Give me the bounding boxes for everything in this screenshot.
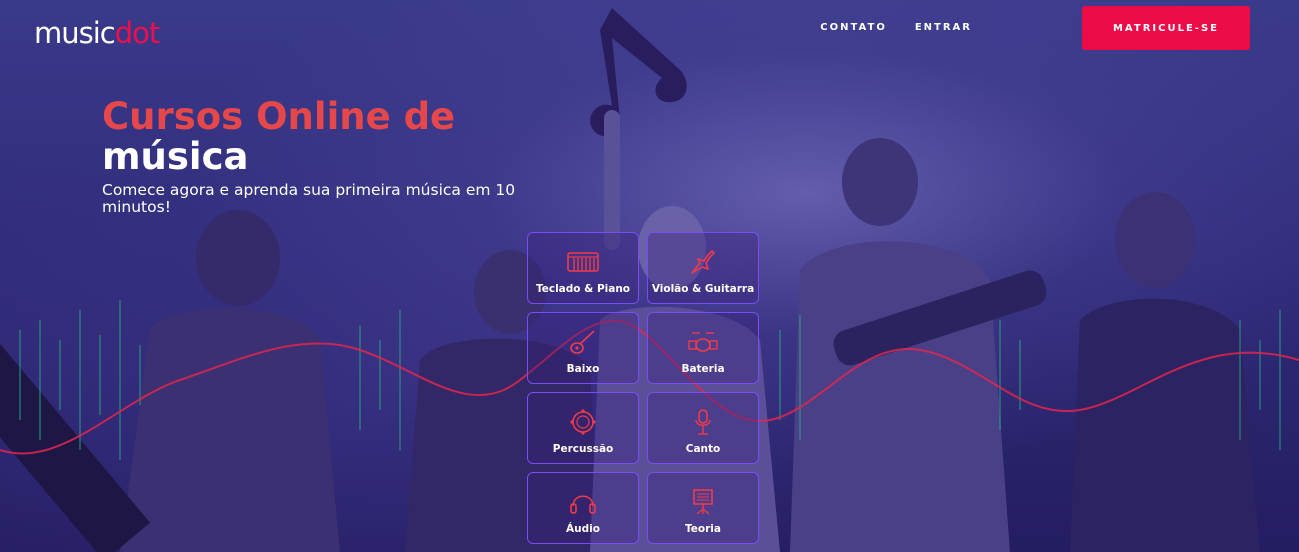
- course-card-audio[interactable]: Áudio: [527, 472, 639, 544]
- course-label: Canto: [685, 443, 721, 455]
- top-nav: CONTATO ENTRAR: [820, 22, 972, 33]
- title-line-1: Cursos Online de: [102, 95, 456, 138]
- keyboard-icon: [567, 252, 599, 272]
- guitar-icon: [691, 250, 715, 274]
- course-label: Percussão: [552, 443, 614, 455]
- course-label: Baixo: [566, 363, 600, 375]
- enroll-button[interactable]: MATRICULE-SE: [1082, 6, 1250, 50]
- nav-link-contato[interactable]: CONTATO: [820, 22, 887, 33]
- headphones-icon: [570, 495, 596, 514]
- bass-icon: [570, 330, 595, 354]
- course-label: Teclado & Piano: [535, 283, 631, 295]
- tambourine-icon: [570, 409, 596, 435]
- course-card-teoria[interactable]: Teoria: [647, 472, 759, 544]
- microphone-icon: [695, 409, 711, 435]
- course-grid: Teclado & Piano Violão & Guitarra Baixo …: [527, 232, 759, 544]
- course-label: Violão & Guitarra: [651, 283, 755, 295]
- drums-icon: [688, 332, 718, 352]
- logo[interactable]: music dot: [34, 10, 161, 50]
- logo-text-dot: dot: [114, 16, 161, 50]
- logo-text-music: music: [34, 16, 116, 50]
- page-title: Cursos Online de música: [102, 97, 455, 177]
- course-card-violao[interactable]: Violão & Guitarra: [647, 232, 759, 304]
- course-card-teclado[interactable]: Teclado & Piano: [527, 232, 639, 304]
- sheet-music-icon: [693, 489, 713, 515]
- course-label: Áudio: [566, 523, 600, 535]
- course-card-percussao[interactable]: Percussão: [527, 392, 639, 464]
- hero-subtitle: Comece agora e aprenda sua primeira músi…: [102, 181, 516, 216]
- course-label: Bateria: [681, 363, 725, 375]
- course-card-baixo[interactable]: Baixo: [527, 312, 639, 384]
- nav-link-entrar[interactable]: ENTRAR: [915, 22, 972, 33]
- title-line-2: música: [102, 135, 249, 178]
- course-card-bateria[interactable]: Bateria: [647, 312, 759, 384]
- course-label: Teoria: [685, 523, 721, 535]
- course-card-canto[interactable]: Canto: [647, 392, 759, 464]
